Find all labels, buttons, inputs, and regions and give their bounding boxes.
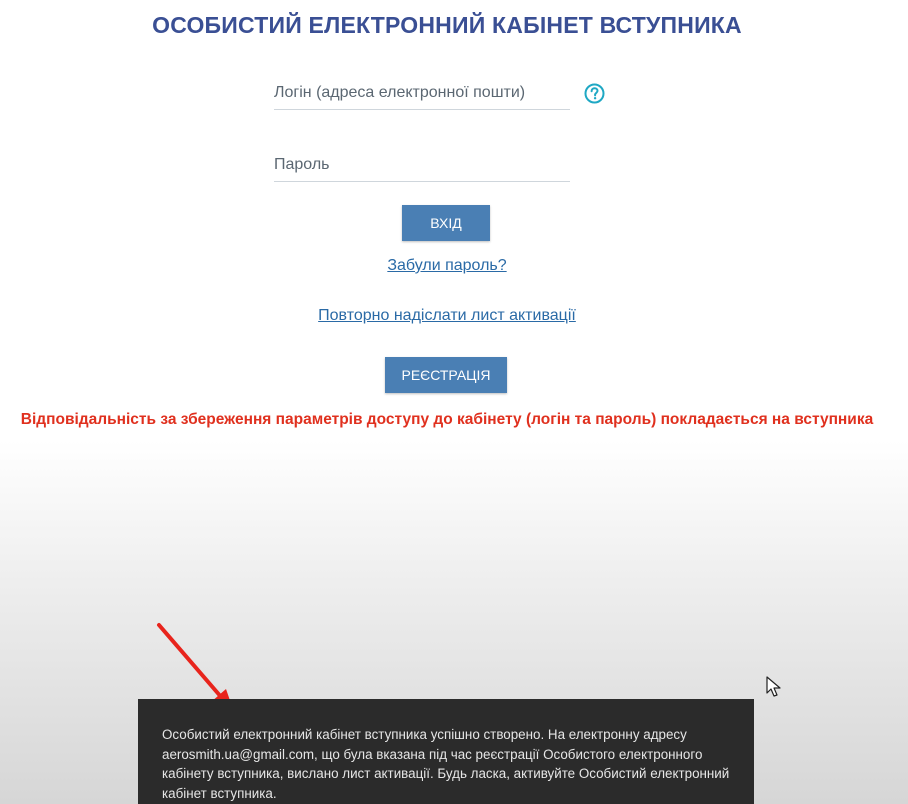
page-title: ОСОБИСТИЙ ЕЛЕКТРОННИЙ КАБІНЕТ ВСТУПНИКА bbox=[152, 12, 742, 38]
login-email-input[interactable] bbox=[274, 84, 570, 110]
password-input[interactable] bbox=[274, 156, 570, 182]
responsibility-warning: Відповідальність за збереження параметрі… bbox=[20, 411, 874, 428]
resend-activation-link[interactable]: Повторно надіслати лист активації bbox=[318, 307, 576, 324]
forgot-password-link[interactable]: Забули пароль? bbox=[387, 257, 506, 274]
forgot-password-link-row: Забули пароль? bbox=[0, 257, 894, 275]
register-button[interactable]: РЕЄСТРАЦІЯ bbox=[385, 357, 507, 393]
activation-notification-toast: Особистий електронний кабінет вступника … bbox=[138, 699, 754, 804]
notification-message: Особистий електронний кабінет вступника … bbox=[162, 727, 730, 801]
login-button[interactable]: ВХІД bbox=[402, 205, 490, 241]
help-question-icon[interactable] bbox=[584, 83, 605, 104]
resend-activation-link-row: Повторно надіслати лист активації bbox=[0, 307, 894, 325]
mouse-pointer-icon bbox=[766, 676, 781, 697]
